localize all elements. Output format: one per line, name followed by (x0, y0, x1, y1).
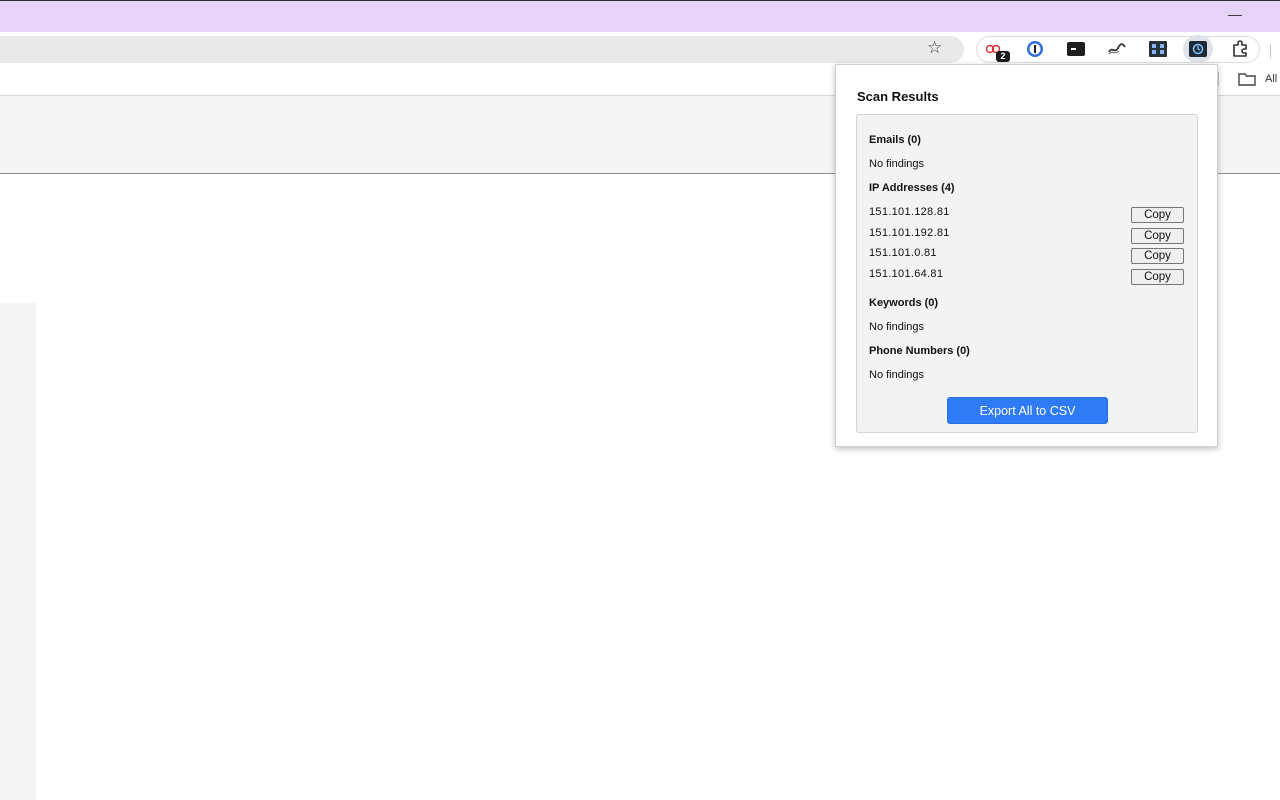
bookmark-star-icon[interactable]: ☆ (927, 39, 942, 56)
all-bookmarks-link[interactable]: All (1265, 73, 1277, 85)
export-csv-button[interactable]: Export All to CSV (947, 397, 1108, 424)
emails-empty-text: No findings (869, 158, 925, 170)
minimize-button[interactable]: — (1228, 7, 1242, 21)
ip-address-value: 151.101.128.81 (869, 206, 950, 218)
phone-numbers-empty-text: No findings (869, 369, 925, 381)
extensions-puzzle-icon[interactable] (1231, 40, 1249, 58)
page-side-panel (0, 303, 36, 800)
address-bar[interactable] (0, 36, 964, 63)
wave-extension-icon[interactable] (1108, 40, 1126, 58)
ip-row: 151.101.64.81 Copy (869, 268, 1187, 286)
grid-extension-icon[interactable] (1149, 40, 1167, 58)
ip-row: 151.101.192.81 Copy (869, 227, 1187, 245)
onepassword-extension-icon[interactable] (1026, 40, 1044, 58)
copy-button[interactable]: Copy (1131, 248, 1184, 264)
ip-address-value: 151.101.0.81 (869, 247, 937, 259)
ip-addresses-heading: IP Addresses (4) (869, 182, 955, 194)
keywords-empty-text: No findings (869, 321, 925, 333)
emails-heading: Emails (0) (869, 134, 921, 146)
ip-address-value: 151.101.64.81 (869, 268, 944, 280)
toolbar-divider (1270, 44, 1271, 58)
phone-numbers-heading: Phone Numbers (0) (869, 345, 970, 357)
ip-address-value: 151.101.192.81 (869, 227, 950, 239)
keywords-heading: Keywords (0) (869, 297, 939, 309)
extension-badge: 2 (996, 51, 1010, 62)
results-panel: Emails (0) No findings IP Addresses (4) … (856, 114, 1198, 433)
ip-row: 151.101.128.81 Copy (869, 206, 1187, 224)
window-titlebar: — (0, 0, 1280, 32)
copy-button[interactable]: Copy (1131, 207, 1184, 223)
copy-button[interactable]: Copy (1131, 228, 1184, 244)
scanner-extension-icon[interactable] (1183, 35, 1213, 63)
popup-title: Scan Results (857, 89, 939, 104)
copy-button[interactable]: Copy (1131, 269, 1184, 285)
ip-row: 151.101.0.81 Copy (869, 247, 1187, 265)
bookmarks-divider (1218, 72, 1219, 86)
folder-icon[interactable] (1238, 72, 1256, 86)
terminal-extension-icon[interactable] (1067, 40, 1085, 58)
scan-results-popup: Scan Results Emails (0) No findings IP A… (835, 64, 1218, 447)
